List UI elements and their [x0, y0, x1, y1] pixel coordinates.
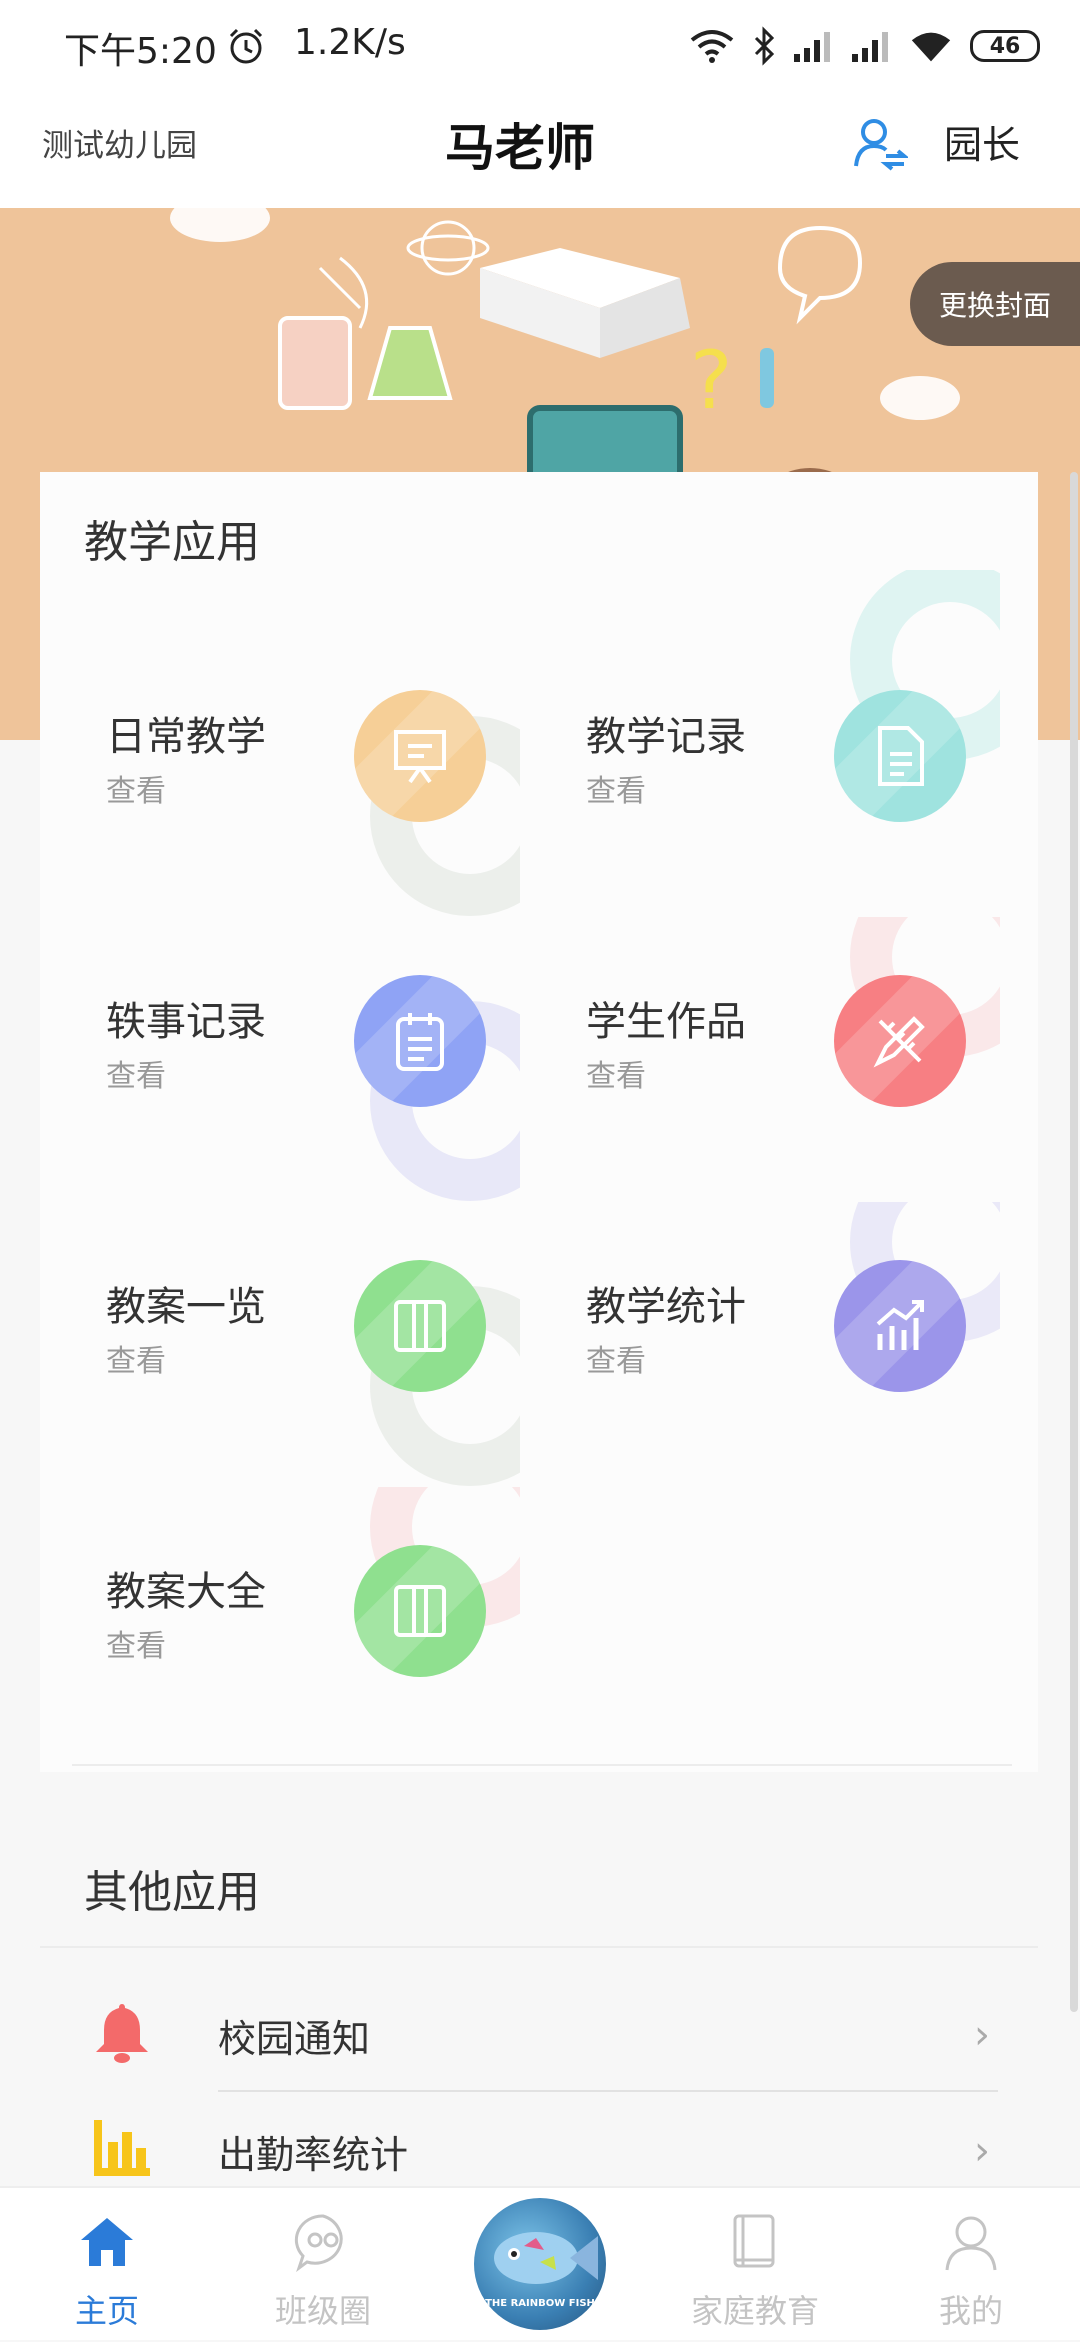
status-bar: 下午5:20 1.2K/s 46	[0, 0, 1080, 90]
user-icon	[945, 2216, 997, 2271]
home-icon	[81, 2218, 133, 2266]
app-tile-anecdote-record[interactable]: 轶事记录 查看	[40, 917, 520, 1202]
status-time: 下午5:20	[64, 31, 217, 72]
svg-text:?: ?	[690, 334, 732, 427]
divider	[218, 2090, 998, 2092]
title-bar: 测试幼儿园 马老师 园长	[0, 90, 1080, 208]
signal-icon	[794, 32, 830, 62]
teaching-apps-card: 教学应用 日常教学 查看 教学记录 查看 轶事记录 查看 学生作品 查看 教案一…	[40, 472, 1038, 1772]
list-item-label: 出勤率统计	[218, 2133, 409, 2177]
open-book-icon	[354, 1260, 486, 1392]
divider	[72, 1764, 1012, 1766]
list-item-campus-notice[interactable]: 校园通知 ›	[40, 1978, 1038, 2092]
change-cover-button[interactable]: 更换封面	[910, 262, 1080, 346]
chevron-right-icon: ›	[974, 2128, 990, 2174]
bar-chart-icon	[94, 2120, 150, 2176]
bar-chart-icon	[834, 1260, 966, 1392]
divider	[40, 1946, 1038, 1948]
center-image-caption: THE RAINBOW FISH	[485, 2298, 595, 2309]
wifi-link-icon	[690, 30, 734, 63]
document-icon	[834, 690, 966, 822]
open-book-icon	[354, 1545, 486, 1677]
nav-label: 家庭教育	[690, 2292, 819, 2330]
wifi-icon	[911, 32, 951, 62]
bell-icon	[96, 2004, 148, 2063]
pencil-ruler-icon	[834, 975, 966, 1107]
app-tile-teaching-record[interactable]: 教学记录 查看	[520, 570, 1000, 917]
tile-title: 教学统计	[586, 1284, 746, 1330]
signal-icon	[852, 32, 888, 62]
nav-class-circle[interactable]: 班级圈	[248, 2188, 398, 2342]
nav-home[interactable]: 主页	[32, 2188, 182, 2342]
nav-label: 我的	[938, 2292, 1003, 2330]
tile-subtitle: 查看	[106, 1059, 166, 1094]
alarm-icon	[229, 28, 263, 64]
section-title: 教学应用	[84, 517, 260, 568]
center-feature-button[interactable]: THE RAINBOW FISH	[474, 2198, 606, 2330]
tile-subtitle: 查看	[106, 1344, 166, 1379]
list-item-label: 校园通知	[218, 2017, 371, 2061]
bottom-navigation: 主页 班级圈 THE RAINBOW FISH 家庭教育 我的	[0, 2186, 1080, 2340]
app-tile-lesson-collection[interactable]: 教案大全 查看	[40, 1487, 520, 1772]
nav-profile[interactable]: 我的	[896, 2188, 1046, 2342]
tile-title: 轶事记录	[106, 999, 266, 1045]
battery-icon: 46	[970, 30, 1040, 62]
network-speed: 1.2K/s	[294, 22, 406, 63]
nav-family-education[interactable]: 家庭教育	[680, 2188, 830, 2342]
app-tile-student-works[interactable]: 学生作品 查看	[520, 917, 1000, 1202]
nav-label: 主页	[74, 2292, 139, 2330]
app-tile-lesson-overview[interactable]: 教案一览 查看	[40, 1202, 520, 1487]
tile-subtitle: 查看	[106, 774, 166, 809]
chat-bubble-icon	[294, 2214, 343, 2272]
app-tile-daily-teaching[interactable]: 日常教学 查看	[40, 632, 520, 917]
scrollbar[interactable]	[1070, 472, 1078, 2012]
tile-title: 日常教学	[106, 714, 266, 760]
tile-subtitle: 查看	[586, 1344, 646, 1379]
presentation-board-icon	[354, 690, 486, 822]
nav-label: 班级圈	[274, 2292, 371, 2330]
role-label[interactable]: 园长	[944, 114, 1020, 169]
clipboard-icon	[354, 975, 486, 1107]
rainbow-fish-image	[494, 2232, 598, 2284]
tile-title: 教案大全	[106, 1569, 266, 1615]
tile-subtitle: 查看	[586, 1059, 646, 1094]
book-icon	[733, 2214, 775, 2268]
tile-subtitle: 查看	[586, 774, 646, 809]
tile-title: 学生作品	[586, 999, 746, 1045]
app-tile-teaching-statistics[interactable]: 教学统计 查看	[520, 1202, 1000, 1487]
bluetooth-icon	[754, 26, 775, 66]
tile-subtitle: 查看	[106, 1629, 166, 1664]
tile-title: 教案一览	[106, 1284, 266, 1330]
chevron-right-icon: ›	[974, 2012, 990, 2058]
tile-title: 教学记录	[586, 714, 746, 760]
section-title: 其他应用	[84, 1867, 260, 1918]
switch-role-icon[interactable]	[852, 116, 908, 172]
